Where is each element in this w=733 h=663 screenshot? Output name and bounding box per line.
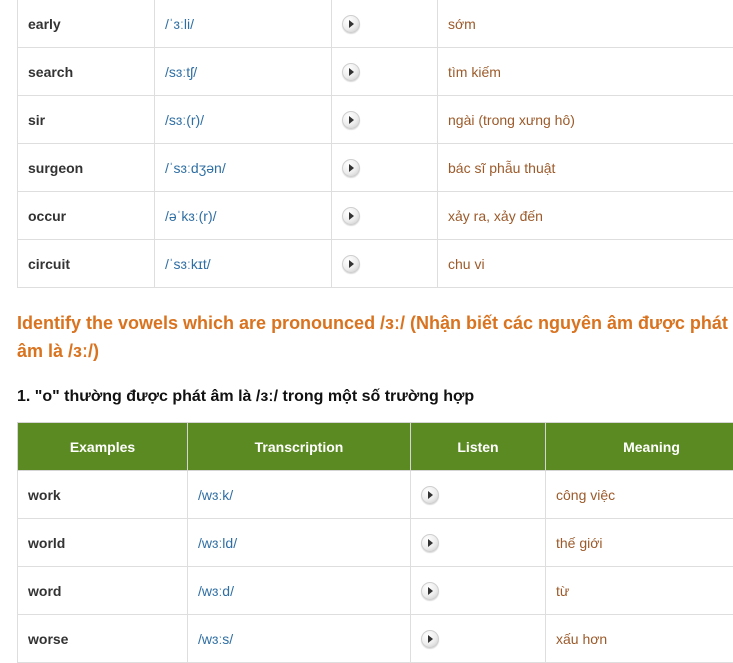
table-row: occur /əˈkɜː(r)/ xảy ra, xảy đến <box>18 192 733 240</box>
header-meaning: Meaning <box>546 423 733 471</box>
section-heading: Identify the vowels which are pronounced… <box>17 309 733 365</box>
rule-subheading: 1. "o" thường được phát âm là /ɜː/ trong… <box>17 385 474 409</box>
transcription-cell: /wɜːs/ <box>188 615 411 663</box>
meaning-cell: thế giới <box>546 519 733 567</box>
transcription-cell: /sɜːtʃ/ <box>155 48 332 96</box>
listen-cell <box>332 240 438 288</box>
table-row: circuit /ˈsɜːkɪt/ chu vi <box>18 240 733 288</box>
word-cell: early <box>18 0 155 48</box>
transcription-cell: /sɜː(r)/ <box>155 96 332 144</box>
play-audio-icon[interactable] <box>342 15 360 33</box>
meaning-cell: sớm <box>438 0 733 48</box>
word-cell: surgeon <box>18 144 155 192</box>
word-cell: circuit <box>18 240 155 288</box>
word-cell: work <box>18 471 188 519</box>
transcription-cell: /wɜːd/ <box>188 567 411 615</box>
table-row: search /sɜːtʃ/ tìm kiếm <box>18 48 733 96</box>
transcription-cell: /ˈsɜːkɪt/ <box>155 240 332 288</box>
vocabulary-table: early /ˈɜːli/ sớm search /sɜːtʃ/ tìm kiế… <box>17 0 733 288</box>
listen-cell <box>411 615 546 663</box>
table-row: sir /sɜː(r)/ ngài (trong xưng hô) <box>18 96 733 144</box>
transcription-cell: /ˈsɜːdʒən/ <box>155 144 332 192</box>
meaning-cell: công việc <box>546 471 733 519</box>
word-cell: sir <box>18 96 155 144</box>
play-audio-icon[interactable] <box>342 255 360 273</box>
listen-cell <box>411 567 546 615</box>
play-audio-icon[interactable] <box>421 630 439 648</box>
play-audio-icon[interactable] <box>342 63 360 81</box>
transcription-cell: /əˈkɜː(r)/ <box>155 192 332 240</box>
meaning-cell: xảy ra, xảy đến <box>438 192 733 240</box>
play-audio-icon[interactable] <box>421 582 439 600</box>
transcription-cell: /wɜːld/ <box>188 519 411 567</box>
transcription-cell: /ˈɜːli/ <box>155 0 332 48</box>
listen-cell <box>332 192 438 240</box>
table-header-row: Examples Transcription Listen Meaning <box>18 423 733 471</box>
listen-cell <box>411 471 546 519</box>
meaning-cell: chu vi <box>438 240 733 288</box>
word-cell: world <box>18 519 188 567</box>
header-listen: Listen <box>411 423 546 471</box>
word-cell: word <box>18 567 188 615</box>
play-audio-icon[interactable] <box>342 207 360 225</box>
listen-cell <box>411 519 546 567</box>
meaning-cell: tìm kiếm <box>438 48 733 96</box>
header-transcription: Transcription <box>188 423 411 471</box>
table-row: work /wɜːk/ công việc <box>18 471 733 519</box>
meaning-cell: bác sĩ phẫu thuật <box>438 144 733 192</box>
table-row: word /wɜːd/ từ <box>18 567 733 615</box>
listen-cell <box>332 48 438 96</box>
play-audio-icon[interactable] <box>342 159 360 177</box>
play-audio-icon[interactable] <box>421 534 439 552</box>
meaning-cell: từ <box>546 567 733 615</box>
listen-cell <box>332 0 438 48</box>
examples-table: Examples Transcription Listen Meaning wo… <box>17 422 733 663</box>
word-cell: search <box>18 48 155 96</box>
word-cell: worse <box>18 615 188 663</box>
table-row: surgeon /ˈsɜːdʒən/ bác sĩ phẫu thuật <box>18 144 733 192</box>
header-examples: Examples <box>18 423 188 471</box>
listen-cell <box>332 96 438 144</box>
meaning-cell: ngài (trong xưng hô) <box>438 96 733 144</box>
word-cell: occur <box>18 192 155 240</box>
table-row: worse /wɜːs/ xấu hơn <box>18 615 733 663</box>
transcription-cell: /wɜːk/ <box>188 471 411 519</box>
play-audio-icon[interactable] <box>421 486 439 504</box>
meaning-cell: xấu hơn <box>546 615 733 663</box>
play-audio-icon[interactable] <box>342 111 360 129</box>
table-row: early /ˈɜːli/ sớm <box>18 0 733 48</box>
listen-cell <box>332 144 438 192</box>
table-row: world /wɜːld/ thế giới <box>18 519 733 567</box>
